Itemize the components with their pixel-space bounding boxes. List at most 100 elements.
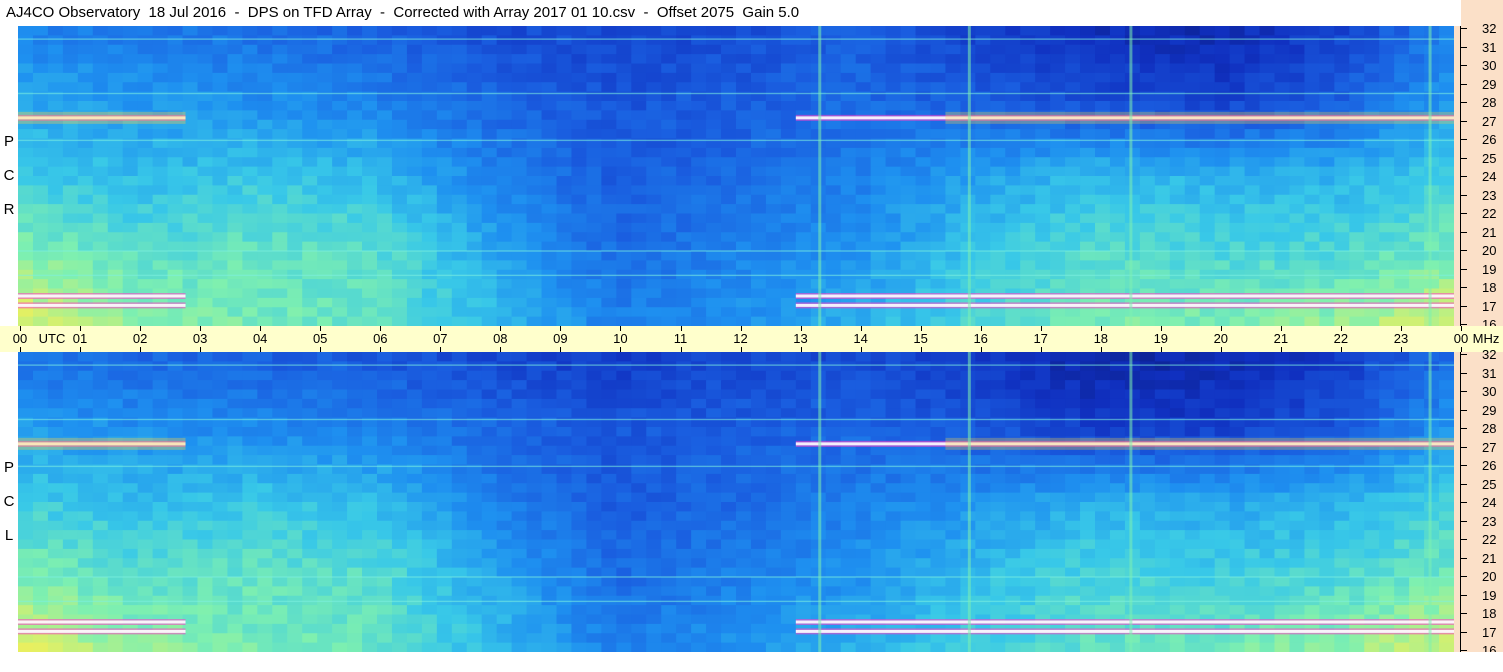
heatmap-cell (107, 35, 124, 46)
heatmap-cell (586, 35, 602, 46)
heatmap-cell (272, 194, 288, 205)
heatmap-cell (1349, 370, 1365, 381)
heatmap-cell (556, 279, 573, 290)
heatmap-cell (212, 119, 229, 130)
heatmap-cell (1409, 44, 1425, 55)
heatmap-cell (840, 26, 857, 36)
freq-tick (1460, 157, 1467, 159)
heatmap-cell (1095, 492, 1111, 503)
heatmap-cell (32, 82, 49, 93)
heatmap-cell (1199, 352, 1216, 362)
heatmap-cell (661, 129, 677, 140)
heatmap-cell (616, 54, 632, 65)
heatmap-cell (1439, 389, 1454, 400)
heatmap-cell (466, 297, 483, 308)
heatmap-cell (1095, 511, 1111, 522)
heatmap-cell (616, 279, 632, 290)
heatmap-cell (1020, 492, 1036, 503)
heatmap-cell (795, 241, 812, 252)
heatmap-cell (676, 110, 692, 121)
time-hour-label: 01 (72, 331, 88, 346)
heatmap-cell (377, 204, 393, 215)
heatmap-cell (1229, 511, 1246, 522)
heatmap-cell (47, 35, 64, 46)
heatmap-cell (18, 473, 34, 484)
heatmap-cell (930, 352, 947, 362)
heatmap-cell (391, 119, 408, 130)
heatmap-cell (1154, 222, 1171, 233)
heatmap-cell (466, 222, 483, 233)
heatmap-cell (661, 232, 677, 243)
heatmap-cell (1095, 194, 1111, 205)
heatmap-cell (242, 288, 258, 299)
heatmap-cell (47, 185, 64, 196)
heatmap-cell (1229, 157, 1246, 168)
heatmap-cell (272, 147, 288, 158)
heatmap-cell (436, 72, 453, 83)
heatmap-cell (975, 473, 991, 484)
heatmap-cell (481, 251, 498, 261)
heatmap-cell (1289, 492, 1306, 503)
heatmap-cell (1319, 492, 1335, 503)
heatmap-cell (750, 63, 767, 74)
heatmap-cell (990, 222, 1006, 233)
heatmap-cell (1080, 213, 1096, 224)
heatmap-cell (571, 473, 588, 484)
heatmap-cell (855, 119, 872, 130)
heatmap-cell (1304, 511, 1320, 522)
heatmap-cell (197, 35, 214, 46)
heatmap-cell (571, 316, 588, 326)
heatmap-cell (1214, 44, 1231, 55)
heatmap-cell (1334, 129, 1350, 140)
heatmap-cell (900, 194, 917, 205)
heatmap-cell (1304, 101, 1320, 111)
heatmap-cell (1139, 185, 1156, 196)
heatmap-cell (436, 204, 453, 215)
heatmap-cell (691, 176, 707, 186)
heatmap-cell (1319, 511, 1335, 522)
heatmap-cell (586, 483, 602, 494)
heatmap-cell (945, 222, 961, 233)
heatmap-cell (885, 361, 902, 372)
heatmap-cell (287, 222, 303, 233)
heatmap-cell (362, 288, 378, 299)
heatmap-cell (511, 82, 528, 93)
heatmap-cell (870, 492, 887, 503)
heatmap-cell (1095, 389, 1111, 400)
heatmap-cell (332, 389, 348, 400)
lcp-spectrogram (18, 352, 1454, 652)
heatmap-cell (1409, 185, 1425, 196)
heatmap-cell (1214, 455, 1231, 466)
heatmap-cell (107, 316, 124, 326)
heatmap-cell (571, 408, 588, 419)
heatmap-cell (586, 110, 602, 121)
heatmap-cell (362, 436, 378, 447)
heatmap-cell (1274, 427, 1291, 437)
heatmap-cell (1334, 260, 1350, 271)
heatmap-cell (1184, 380, 1201, 391)
heatmap-cell (855, 361, 872, 372)
heatmap-cell (77, 260, 94, 271)
heatmap-cell (496, 361, 513, 372)
heatmap-cell (317, 445, 333, 456)
heatmap-cell (1020, 185, 1036, 196)
heatmap-cell (391, 288, 408, 299)
heatmap-cell (317, 279, 333, 290)
heatmap-cell (1409, 389, 1425, 400)
heatmap-cell (511, 166, 528, 177)
heatmap-cell (1080, 260, 1096, 271)
heatmap-cell (1394, 44, 1410, 55)
heatmap-cell (391, 147, 408, 158)
heatmap-cell (391, 389, 408, 400)
heatmap-cell (616, 316, 632, 326)
heatmap-cell (257, 370, 273, 381)
heatmap-cell (541, 82, 558, 93)
heatmap-cell (1020, 166, 1036, 177)
heatmap-cell (1349, 157, 1365, 168)
heatmap-cell (1289, 63, 1306, 74)
heatmap-cell (122, 54, 139, 65)
heatmap-cell (1394, 185, 1410, 196)
heatmap-cell (691, 63, 707, 74)
heatmap-cell (212, 492, 229, 503)
heatmap-cell (1095, 232, 1111, 243)
